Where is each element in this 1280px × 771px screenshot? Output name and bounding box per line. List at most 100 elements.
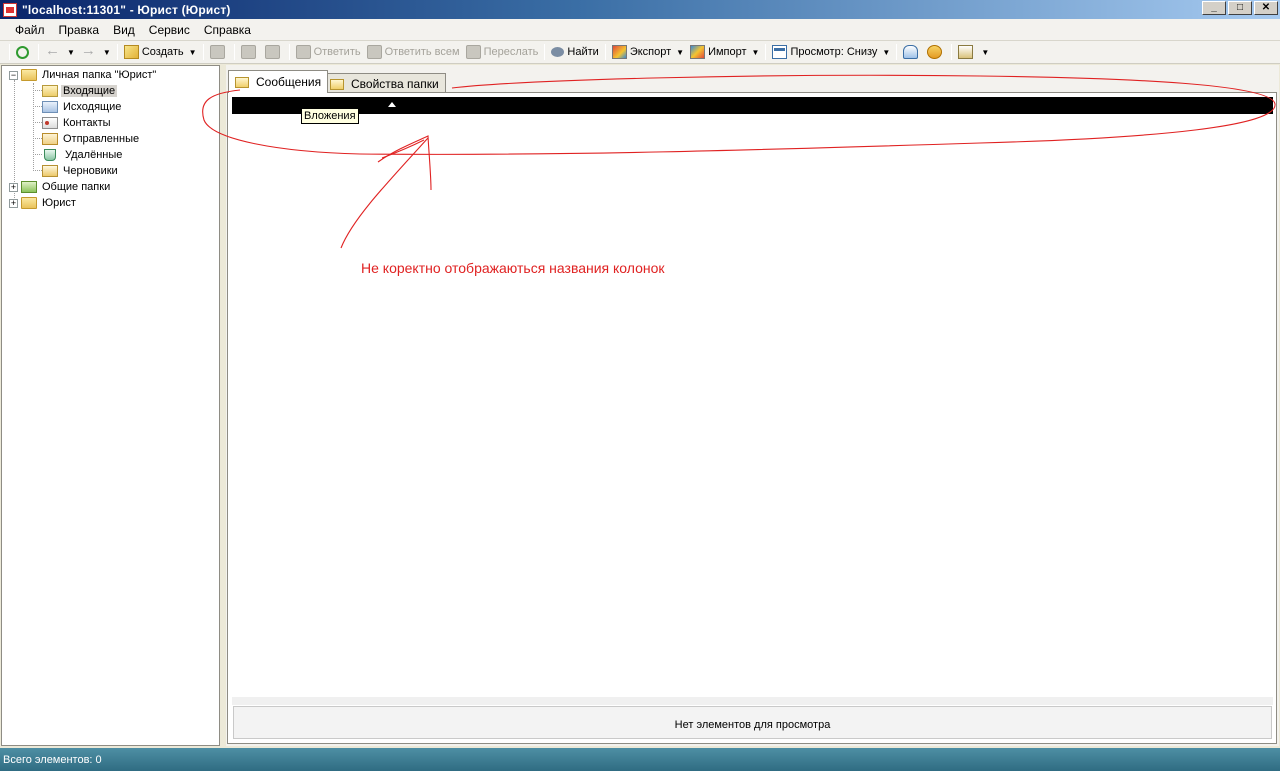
toolbar-separator <box>604 44 606 60</box>
create-button[interactable]: Создать ▼ <box>121 42 200 62</box>
folder-icon <box>21 69 37 81</box>
import-button[interactable]: Импорт ▼ <box>687 42 762 62</box>
menu-view[interactable]: Вид <box>106 23 142 37</box>
expand-icon[interactable]: + <box>9 198 18 208</box>
reply-button[interactable]: Ответить <box>293 42 364 62</box>
tree-item-inbox[interactable]: Входящие <box>42 83 118 99</box>
reply-all-icon <box>366 45 382 59</box>
options-icon <box>958 45 974 59</box>
chevron-down-icon: ▼ <box>751 47 760 57</box>
back-button[interactable]: ▼ <box>42 42 78 62</box>
reply-icon <box>295 45 311 59</box>
menu-service[interactable]: Сервис <box>142 23 197 37</box>
sent-icon <box>42 133 58 145</box>
toolbar-separator <box>765 44 767 60</box>
forward-nav-button[interactable]: ▼ <box>78 42 114 62</box>
sort-ascending-icon <box>388 102 396 107</box>
address-book-button[interactable] <box>924 42 948 62</box>
contacts-icon <box>42 117 58 129</box>
tree-item-drafts[interactable]: Черновики <box>42 163 120 179</box>
chevron-down-icon: ▼ <box>981 47 990 57</box>
find-label: Найти <box>567 46 599 58</box>
import-label: Импорт <box>708 46 747 58</box>
delete-button[interactable] <box>262 42 286 62</box>
tree-root-user[interactable]: + Юрист <box>9 195 78 211</box>
save-button[interactable] <box>207 42 231 62</box>
tree-item-label: Черновики <box>63 165 118 177</box>
tab-messages[interactable]: Сообщения <box>228 70 329 93</box>
tree-connector <box>33 122 42 123</box>
view-button[interactable]: Просмотр: Снизу ▼ <box>769 42 893 62</box>
recycle-icon <box>44 149 56 161</box>
create-icon <box>123 45 139 59</box>
forward-label: Переслать <box>483 46 539 58</box>
grid-column-header[interactable] <box>232 97 1273 114</box>
messages-frame: Вложения Нет элементов для просмотра <box>227 92 1277 744</box>
chevron-down-icon: ▼ <box>882 47 891 57</box>
tree-root-shared[interactable]: + Общие папки <box>9 179 112 195</box>
tree-item-label: Удалённые <box>65 149 123 161</box>
message-grid[interactable] <box>232 115 1273 695</box>
view-label: Просмотр: Снизу <box>790 46 878 58</box>
tree-item-sent[interactable]: Отправленные <box>42 131 141 147</box>
move-button[interactable] <box>238 42 262 62</box>
back-arrow-icon <box>45 42 60 59</box>
tree-connector <box>33 83 34 171</box>
tree-shared-label: Общие папки <box>42 181 111 193</box>
tree-connector <box>33 106 42 107</box>
status-bar: Всего элементов: 0 <box>0 748 1280 771</box>
tree-item-outbox[interactable]: Исходящие <box>42 99 123 115</box>
window-title: "localhost:11301" - Юрист (Юрист) <box>22 2 231 17</box>
export-button[interactable]: Экспорт ▼ <box>609 42 687 62</box>
tree-item-contacts[interactable]: Контакты <box>42 115 113 131</box>
create-label: Создать <box>141 46 184 58</box>
binoculars-icon <box>551 47 565 57</box>
tree-item-deleted[interactable]: Удалённые <box>44 147 124 163</box>
forward-button[interactable]: Переслать <box>463 42 542 62</box>
options-button[interactable]: ▼ <box>955 42 992 62</box>
save-icon <box>209 45 225 59</box>
close-button[interactable]: ✕ <box>1254 1 1278 15</box>
tree-user-label: Юрист <box>42 197 76 209</box>
tree-item-label: Контакты <box>63 117 111 129</box>
forward-icon <box>465 45 481 59</box>
grid-footer-strip <box>232 697 1273 705</box>
menu-file[interactable]: Файл <box>8 23 52 37</box>
reading-pane-icon <box>772 45 788 59</box>
reply-all-button[interactable]: Ответить всем <box>364 42 463 62</box>
window-controls: _ □ ✕ <box>1202 1 1278 15</box>
chevron-down-icon: ▼ <box>67 47 75 57</box>
tab-folder-properties-label: Свойства папки <box>351 77 439 91</box>
tree-connector <box>33 170 42 171</box>
send-receive-button[interactable] <box>900 42 924 62</box>
tree-root-personal[interactable]: − Личная папка "Юрист" <box>9 67 158 83</box>
export-label: Экспорт <box>629 46 672 58</box>
toolbar-separator <box>233 44 235 60</box>
column-tooltip: Вложения <box>301 108 359 124</box>
expand-icon[interactable]: + <box>9 182 18 192</box>
menu-help[interactable]: Справка <box>197 23 258 37</box>
forward-arrow-icon <box>81 42 96 59</box>
annotation-text: Не коректно отображаються названия колон… <box>361 260 665 276</box>
find-button[interactable]: Найти <box>548 42 601 62</box>
tab-folder-properties[interactable]: Свойства папки <box>323 73 446 94</box>
toolbar-separator <box>38 44 39 60</box>
shared-folder-icon <box>21 181 37 193</box>
maximize-button[interactable]: □ <box>1228 1 1252 15</box>
collapse-icon[interactable]: − <box>9 70 18 80</box>
toolbar: ▼ ▼ Создать ▼ Ответить Ответить всем Пере… <box>0 41 1280 64</box>
toolbar-separator <box>288 44 290 60</box>
toolbar-separator <box>116 44 118 60</box>
tab-messages-label: Сообщения <box>256 75 322 89</box>
move-icon <box>240 45 256 59</box>
delete-icon <box>264 45 280 59</box>
refresh-button[interactable] <box>13 42 35 62</box>
main-panel: Сообщения Свойства папки Вложения Нет эл… <box>226 65 1279 746</box>
reply-label: Ответить <box>313 46 361 58</box>
minimize-button[interactable]: _ <box>1202 1 1226 15</box>
export-icon <box>611 45 627 59</box>
menu-edit[interactable]: Правка <box>52 23 107 37</box>
tree-connector <box>33 154 42 155</box>
folder-icon <box>21 197 37 209</box>
toolbar-separator <box>202 44 204 60</box>
